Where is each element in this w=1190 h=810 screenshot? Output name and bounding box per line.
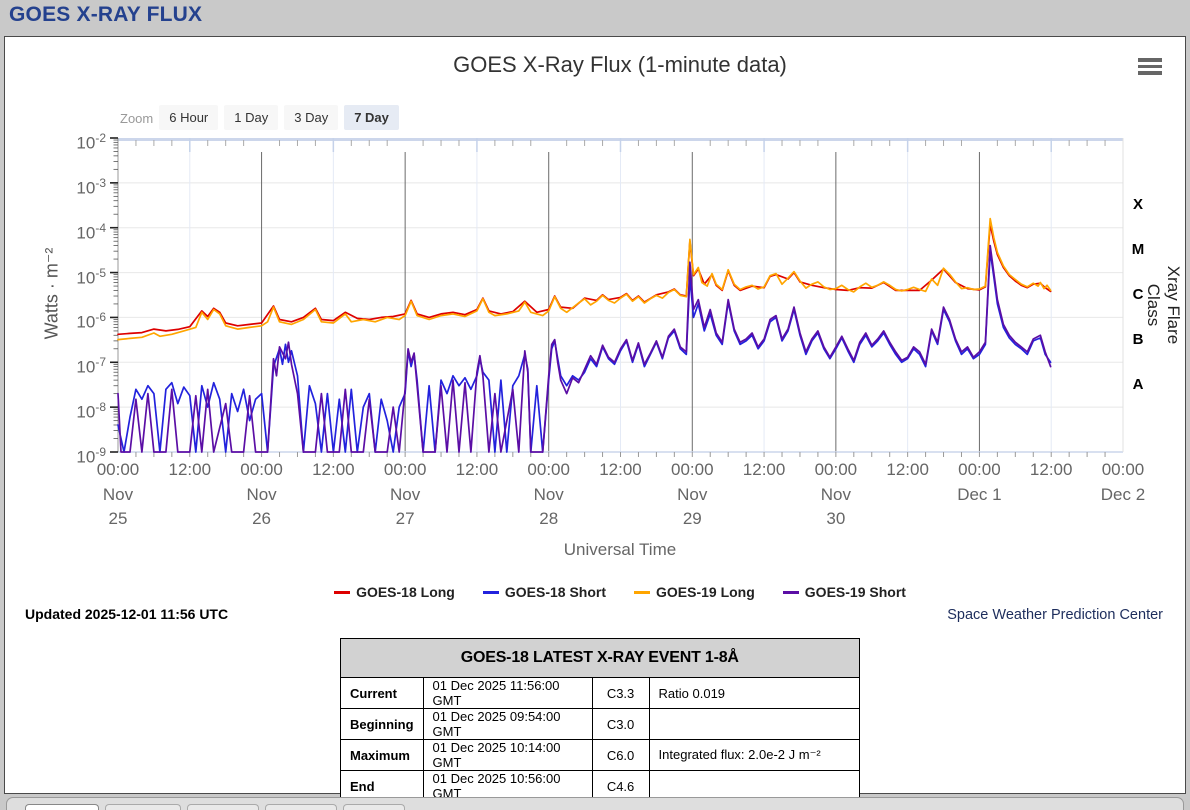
bottom-tab-2[interactable] xyxy=(105,804,181,810)
x-axis-tick-date: Dec 1 xyxy=(934,485,1024,505)
event-table-cell-note xyxy=(649,709,859,740)
legend-item-goes-19-long[interactable]: GOES-19 Long xyxy=(634,584,755,600)
plot-area[interactable] xyxy=(118,138,1123,452)
legend-label: GOES-19 Short xyxy=(805,584,906,600)
x-axis-tick-date: Nov xyxy=(73,485,163,505)
bottom-tab-5[interactable] xyxy=(343,804,405,810)
legend-label: GOES-18 Long xyxy=(356,584,455,600)
zoom-buttons: 6 Hour1 Day3 Day7 Day xyxy=(159,109,405,127)
chart-legend: GOES-18 Long GOES-18 Short GOES-19 Long GOE… xyxy=(120,584,1120,600)
zoom-label: Zoom xyxy=(120,111,153,126)
x-axis-tick-date: 27 xyxy=(360,509,450,529)
series-goes-19-long xyxy=(118,219,1051,340)
x-axis-title: Universal Time xyxy=(320,540,920,560)
y-axis-title: Watts · m⁻² xyxy=(42,234,63,354)
chart-title: GOES X-Ray Flux (1-minute data) xyxy=(120,52,1120,78)
legend-item-goes-18-short[interactable]: GOES-18 Short xyxy=(483,584,606,600)
x-axis-tick-date: Nov xyxy=(360,485,450,505)
event-table-cell-class: C6.0 xyxy=(592,740,649,771)
y-axis-tick: 10-8 xyxy=(44,396,106,424)
hamburger-menu-icon[interactable] xyxy=(1138,58,1164,78)
series-goes-19-short xyxy=(118,246,1051,452)
legend-dash-icon xyxy=(483,591,499,594)
event-table-row: Beginning01 Dec 2025 09:54:00 GMTC3.0 xyxy=(341,709,860,740)
bottom-tab-3[interactable] xyxy=(187,804,259,810)
event-table-cell-label: Beginning xyxy=(341,709,424,740)
page-title: GOES X-RAY FLUX xyxy=(9,3,202,27)
event-table-cell-time: 01 Dec 2025 09:54:00 GMT xyxy=(423,709,592,740)
event-table-cell-label: Maximum xyxy=(341,740,424,771)
zoom-button-3-day[interactable]: 3 Day xyxy=(284,105,338,130)
y-axis-tick: 10-2 xyxy=(44,127,106,155)
x-axis-tick-time: 00:00 xyxy=(1078,460,1168,480)
event-table-cell-class: C3.0 xyxy=(592,709,649,740)
updated-timestamp: Updated 2025-12-01 11:56 UTC xyxy=(25,606,228,622)
legend-item-goes-19-short[interactable]: GOES-19 Short xyxy=(783,584,906,600)
right-axis-title: Xray Flare Class xyxy=(1143,245,1183,365)
page: GOES X-RAY FLUX GOES X-Ray Flux (1-minut… xyxy=(0,0,1190,810)
bottom-tab-4[interactable] xyxy=(265,804,337,810)
hamburger-bar xyxy=(1138,58,1162,62)
legend-dash-icon xyxy=(334,591,350,594)
event-table-cell-note: Ratio 0.019 xyxy=(649,678,859,709)
zoom-button-7-day[interactable]: 7 Day xyxy=(344,105,399,130)
event-table-row: Current01 Dec 2025 11:56:00 GMTC3.3Ratio… xyxy=(341,678,860,709)
x-axis-tick-date: Nov xyxy=(647,485,737,505)
legend-dash-icon xyxy=(634,591,650,594)
credit-text: Space Weather Prediction Center xyxy=(863,607,1163,623)
y-axis-tick: 10-7 xyxy=(44,351,106,379)
event-table-title: GOES-18 LATEST X-RAY EVENT 1-8Å xyxy=(341,639,860,678)
flare-class-label-x: X xyxy=(1127,196,1149,213)
event-table-cell-time: 01 Dec 2025 11:56:00 GMT xyxy=(423,678,592,709)
x-axis-tick-date: 29 xyxy=(647,509,737,529)
x-axis-tick-date: Nov xyxy=(504,485,594,505)
x-axis-tick-date: Nov xyxy=(791,485,881,505)
x-axis-tick-date: 25 xyxy=(73,509,163,529)
legend-label: GOES-19 Long xyxy=(656,584,755,600)
zoom-controls: Zoom 6 Hour1 Day3 Day7 Day xyxy=(120,106,405,130)
legend-item-goes-18-long[interactable]: GOES-18 Long xyxy=(334,584,455,600)
x-axis-tick-date: 26 xyxy=(217,509,307,529)
y-axis-tick: 10-3 xyxy=(44,172,106,200)
xray-event-table: GOES-18 LATEST X-RAY EVENT 1-8Å Current0… xyxy=(340,638,860,802)
hamburger-bar xyxy=(1138,71,1162,75)
x-axis-tick-date: 30 xyxy=(791,509,881,529)
bottom-tab-strip xyxy=(6,797,1184,810)
event-table-row: Maximum01 Dec 2025 10:14:00 GMTC6.0Integ… xyxy=(341,740,860,771)
x-axis-tick-date: Dec 2 xyxy=(1078,485,1168,505)
zoom-button-6-hour[interactable]: 6 Hour xyxy=(159,105,218,130)
hamburger-bar xyxy=(1138,65,1162,69)
legend-dash-icon xyxy=(783,591,799,594)
event-table-cell-time: 01 Dec 2025 10:14:00 GMT xyxy=(423,740,592,771)
x-axis-tick-date: 28 xyxy=(504,509,594,529)
bottom-tab-1[interactable] xyxy=(25,804,99,810)
x-axis-tick-date: Nov xyxy=(217,485,307,505)
event-table-cell-label: Current xyxy=(341,678,424,709)
zoom-button-1-day[interactable]: 1 Day xyxy=(224,105,278,130)
legend-label: GOES-18 Short xyxy=(505,584,606,600)
event-table-cell-class: C3.3 xyxy=(592,678,649,709)
flare-class-label-a: A xyxy=(1127,376,1149,393)
event-table-cell-note: Integrated flux: 2.0e-2 J m⁻² xyxy=(649,740,859,771)
